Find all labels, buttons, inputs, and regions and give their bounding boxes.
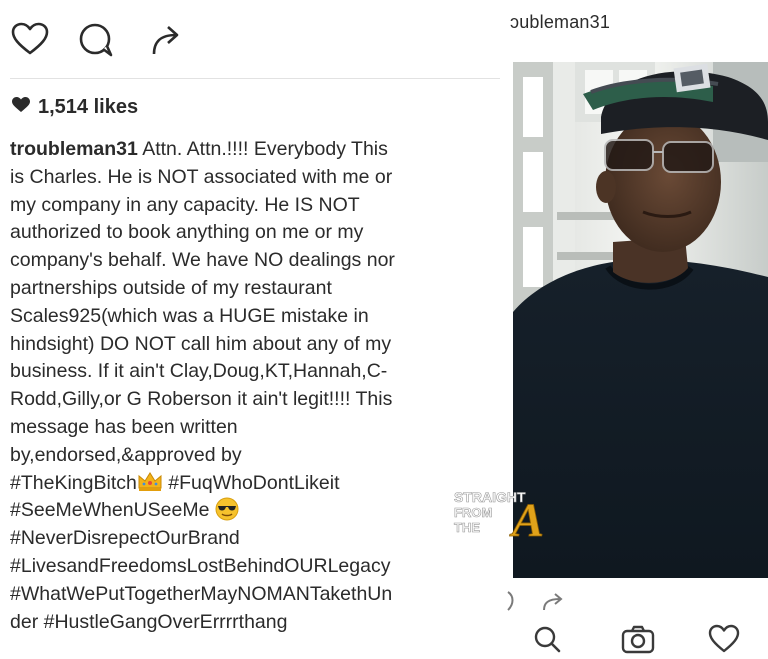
search-button[interactable]: [532, 624, 562, 654]
caption-line[interactable]: #LivesandFreedomsLostBehindOURLegacy: [10, 553, 500, 581]
comment-bubble-icon: [79, 23, 113, 57]
right-post-panel: ɔubleman31: [500, 0, 768, 658]
caption-line: message has been written: [10, 415, 238, 438]
bottom-nav-bar: [500, 620, 768, 658]
caption-line: hindsight) DO NOT call him about any of …: [10, 332, 392, 355]
caption-text: Attn. Attn.!!!! Everybody This: [137, 138, 388, 160]
caption-line: troubleman31 Attn. Attn.!!!! Everybody T…: [10, 136, 500, 164]
camera-button[interactable]: [621, 624, 655, 654]
camera-icon: [621, 625, 655, 654]
likes-count[interactable]: 1,514 likes: [12, 96, 138, 119]
caption-line: #TheKingBitch #FuqWhoDontLikeit: [10, 470, 500, 498]
comment-button[interactable]: [76, 20, 116, 60]
crown-emoji-icon: [137, 470, 163, 492]
share-arrow-icon: [152, 26, 179, 55]
post-actions-partial: [500, 588, 768, 614]
caption-line: der #HustleGangOverErrrrthang: [10, 609, 500, 637]
activity-button[interactable]: [708, 624, 740, 654]
caption-line: is Charles. He is NOT associated with me…: [10, 165, 393, 188]
caption-line: my company in any capacity. He IS NOT: [10, 193, 360, 216]
hashtag-link[interactable]: #HustleGangOverErrrrthang: [44, 611, 288, 633]
caption-line: partnerships outside of my restaurant: [10, 276, 332, 299]
caption-line: Rodd,Gilly,or G Roberson it ain't legit!…: [10, 388, 393, 411]
search-icon: [534, 626, 561, 653]
caption-line[interactable]: #NeverDisrepectOurBrand: [10, 525, 500, 553]
watermark-text: THE: [454, 520, 480, 535]
caption-line: by,endorsed,&approved by: [10, 443, 242, 466]
post-username[interactable]: ɔubleman31: [510, 12, 610, 33]
sunglasses-emoji-icon: [215, 497, 239, 521]
caption-text: der: [10, 610, 44, 633]
watermark-letter: A: [509, 494, 544, 546]
caption-line: #SeeMeWhenUSeeMe: [10, 497, 500, 525]
partial-icons: [507, 591, 563, 611]
likes-text: 1,514 likes: [38, 96, 139, 118]
caption-line: authorized to book anything on me or my: [10, 221, 364, 244]
heart-filled-icon: [12, 96, 30, 119]
caption-line: Scales925(which was a HUGE mistake in: [10, 304, 369, 327]
hashtag-link[interactable]: #TheKingBitch: [10, 472, 137, 494]
watermark-logo: STRAIGHT FROM THE A: [452, 486, 572, 548]
like-button[interactable]: [10, 20, 50, 60]
caption-username[interactable]: troubleman31: [10, 138, 138, 160]
left-post-panel: 1,514 likes troubleman31 Attn. Attn.!!!!…: [0, 0, 500, 658]
heart-outline-icon: [708, 624, 740, 653]
hashtag-link[interactable]: #FuqWhoDontLikeit: [168, 472, 339, 494]
hashtag-link[interactable]: #SeeMeWhenUSeeMe: [10, 499, 209, 521]
post-caption: troubleman31 Attn. Attn.!!!! Everybody T…: [10, 136, 500, 636]
caption-line: company's behalf. We have NO dealings no…: [10, 249, 395, 272]
caption-line[interactable]: #WhatWePutTogetherMayNOMANTakethUn: [10, 581, 500, 609]
divider-line: [10, 78, 500, 79]
watermark-text: FROM: [454, 505, 492, 520]
heart-outline-icon: [11, 22, 49, 55]
share-button[interactable]: [146, 20, 186, 60]
caption-line: business. If it ain't Clay,Doug,KT,Hanna…: [10, 360, 388, 383]
